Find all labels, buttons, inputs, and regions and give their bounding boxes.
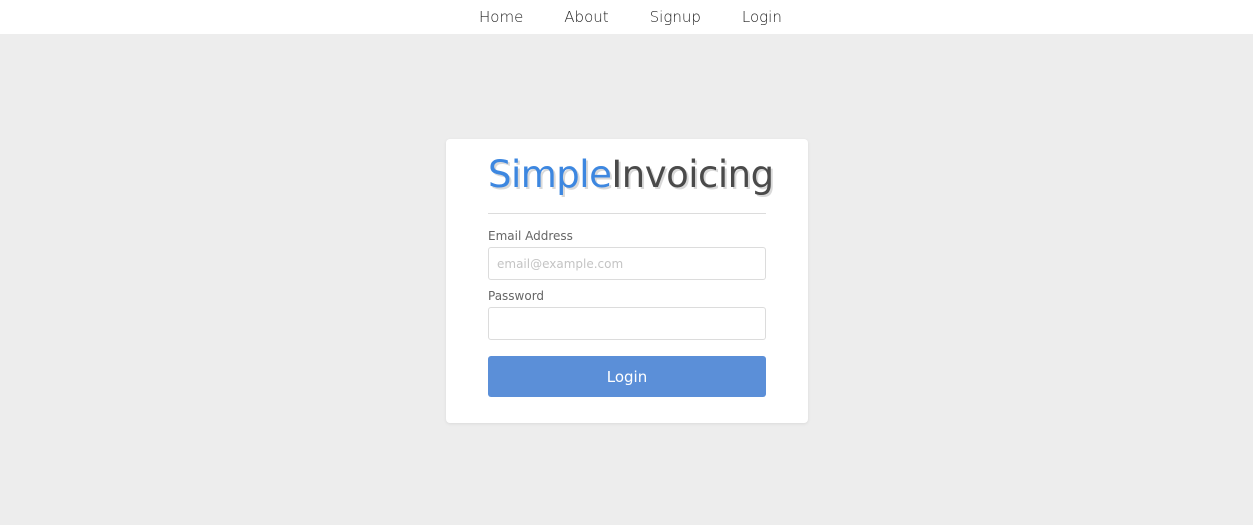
nav-login-link[interactable]: Login (742, 7, 782, 27)
email-field[interactable] (488, 247, 766, 280)
divider (488, 213, 766, 214)
brand-part-simple: Simple (488, 153, 612, 196)
nav-signup-link[interactable]: Signup (650, 7, 701, 27)
nav-about-link[interactable]: About (564, 7, 608, 27)
password-label: Password (488, 289, 545, 303)
login-card: SimpleInvoicing Email Address Password L… (446, 139, 808, 423)
email-label: Email Address (488, 229, 573, 243)
top-nav: Home About Signup Login (0, 0, 1253, 34)
nav-home-link[interactable]: Home (479, 7, 523, 27)
brand-part-invoicing: Invoicing (611, 153, 774, 196)
nav-links: Home About Signup Login (479, 7, 782, 27)
brand-logo: SimpleInvoicing (488, 153, 774, 196)
login-button[interactable]: Login (488, 356, 766, 397)
password-field[interactable] (488, 307, 766, 340)
